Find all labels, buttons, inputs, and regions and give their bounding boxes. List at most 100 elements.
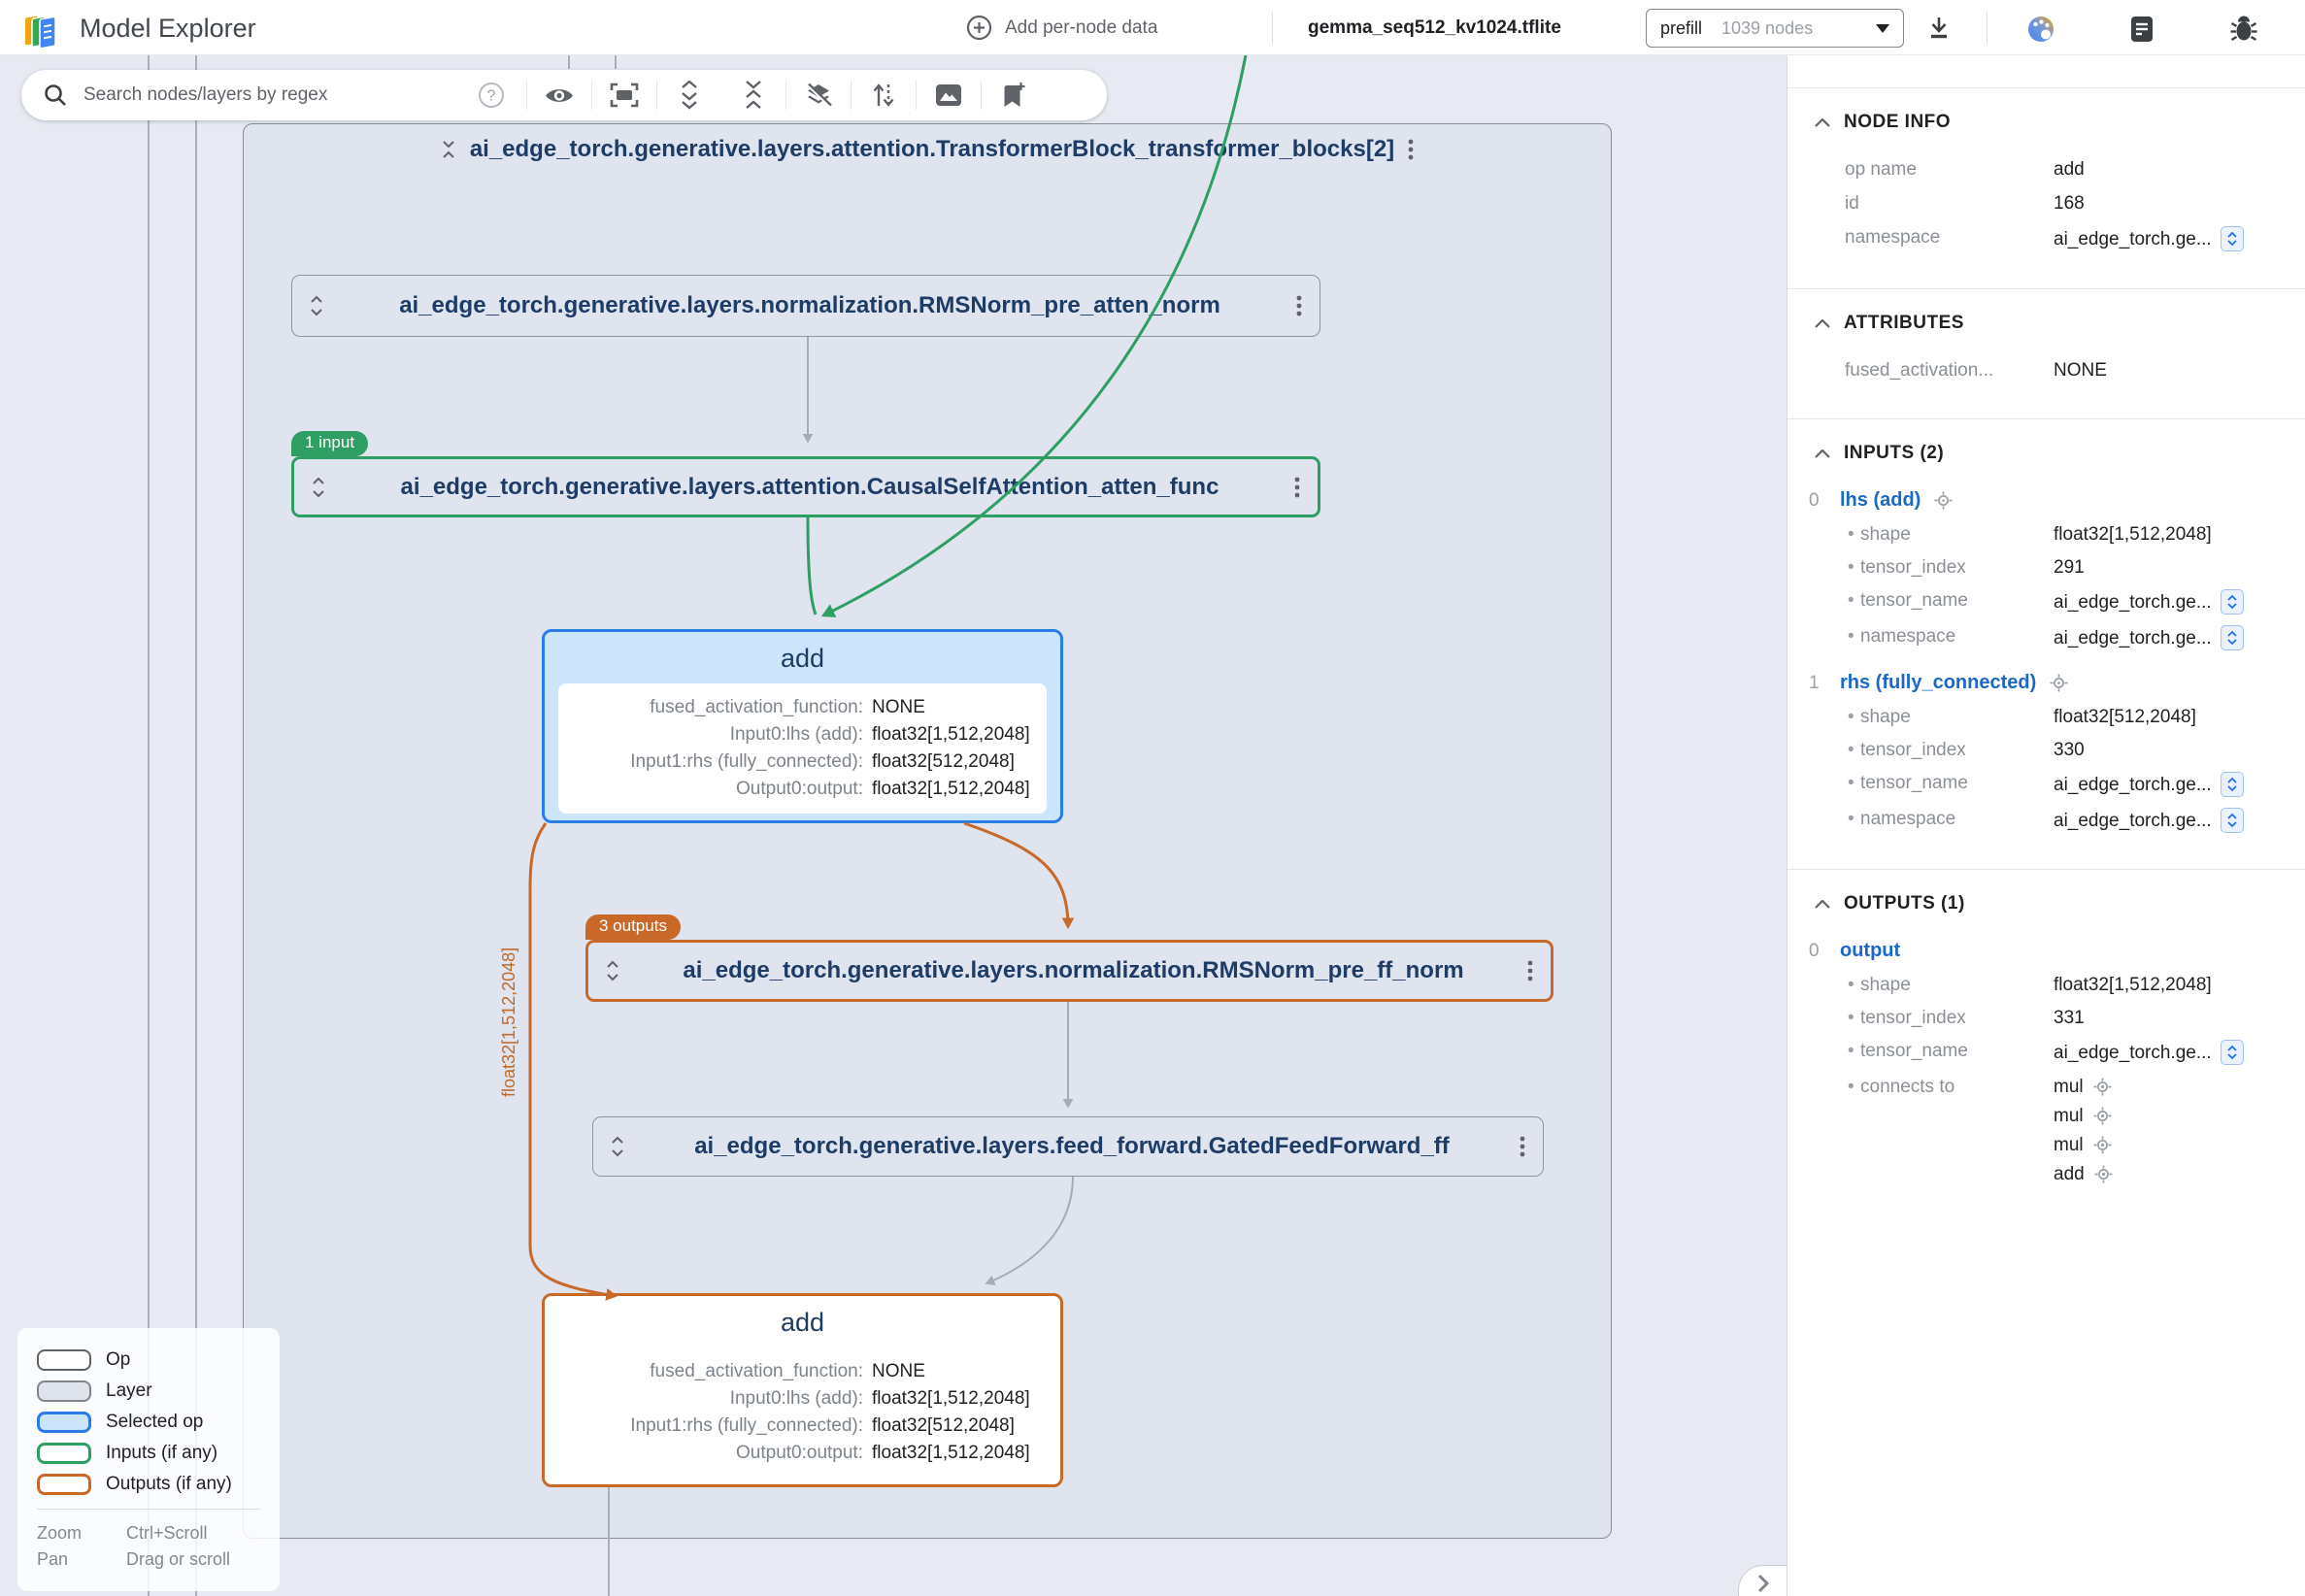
expand-text-button[interactable] [2221,808,2244,833]
pan-hint-value: Drag or scroll [126,1549,230,1570]
section-outputs: OUTPUTS (1) 0 output •shape float32[1,51… [1787,870,2305,1221]
chevron-up-icon [1815,900,1830,909]
export-image-button[interactable] [917,70,981,120]
op-title: add [545,644,1060,674]
prop-row-tensor-name: •tensor_name ai_edge_torch.ge... [1787,589,2289,615]
io-index: 0 [1809,490,1832,512]
top-bar: Model Explorer Add per-node data gemma_s… [0,0,2305,55]
locate-node-icon[interactable] [2093,1078,2112,1096]
layer-node-gated-feed-forward[interactable]: ai_edge_torch.generative.layers.feed_for… [592,1116,1544,1177]
collapse-layer-icon[interactable] [441,140,456,159]
brand: Model Explorer [23,7,256,50]
graph-selector-dropdown[interactable]: prefill 1039 nodes [1646,9,1904,48]
download-graph-button[interactable] [1924,14,1954,48]
prop-row-connects-to: •connects to mul mul mul ad [1787,1076,2289,1185]
node-menu-icon[interactable] [1520,1135,1525,1158]
expand-all-layers-button[interactable] [657,70,721,120]
locate-node-icon[interactable] [2050,674,2068,692]
collapse-all-layers-button[interactable] [721,70,785,120]
search-input[interactable] [84,84,472,106]
row-value: 168 [2054,192,2085,215]
node-menu-icon[interactable] [1408,138,1414,161]
edge-tensor-label: float32[1,512,2048] [499,922,519,1097]
expand-text-button[interactable] [2221,625,2244,650]
graph-canvas[interactable]: ai_edge_torch.generative.layers.attentio… [0,55,1787,1596]
expand-layer-icon[interactable] [611,1136,624,1157]
info-row-id: id 168 [1787,192,2289,215]
info-row-namespace: namespace ai_edge_torch.ge... [1787,226,2289,251]
locate-node-icon[interactable] [2094,1165,2113,1183]
section-header-attributes[interactable]: ATTRIBUTES [1787,313,2289,334]
section-header-inputs[interactable]: INPUTS (2) [1787,443,2289,464]
row-value: NONE [2054,359,2107,382]
model-explorer-logo-icon [23,7,64,50]
node-menu-icon[interactable] [1527,959,1533,982]
toggle-visibility-button[interactable] [527,70,591,120]
output-count-badge: 3 outputs [585,914,681,940]
target-op-name: mul [2054,1076,2084,1098]
row-value: ai_edge_torch.ge... [2054,228,2212,250]
prop-value: 331 [2054,1007,2085,1029]
locate-node-icon[interactable] [2093,1107,2112,1125]
layer-title: ai_edge_torch.generative.layers.normaliz… [633,957,1514,984]
expand-layer-icon[interactable] [310,295,323,316]
prop-label: tensor_name [1860,589,2054,612]
locate-node-icon[interactable] [1934,491,1953,510]
flatten-layers-button[interactable] [786,70,851,120]
attr-key: Input0:lhs (add): [574,722,863,748]
locate-node-icon[interactable] [2093,1136,2112,1154]
layer-node-causal-self-attention[interactable]: 1 input ai_edge_torch.generative.layers.… [291,456,1320,517]
prop-value: ai_edge_torch.ge... [2054,1042,2212,1064]
input-item-lhs: 0 lhs (add) [1787,489,2289,512]
section-header-node-info[interactable]: NODE INFO [1787,112,2289,133]
expand-text-button[interactable] [2221,772,2244,797]
expand-text-button[interactable] [2221,589,2244,615]
io-name[interactable]: lhs (add) [1840,489,1921,512]
expand-text-button[interactable] [2221,1040,2244,1065]
report-bug-button[interactable] [2228,14,2259,50]
section-inputs: INPUTS (2) 0 lhs (add) •shape float32[1,… [1787,419,2305,870]
inputs-swatch [37,1443,91,1464]
plus-circle-icon [966,15,992,41]
legend-item-outputs: Outputs (if any) [37,1474,260,1495]
op-node-add-selected[interactable]: add fused_activation_function:NONE Input… [542,629,1063,823]
layer-node-rmsnorm-pre-ff[interactable]: 3 outputs ai_edge_torch.generative.layer… [585,940,1553,1002]
collapse-all-icon [743,81,764,110]
attr-value: float32[1,512,2048] [872,1386,1031,1412]
layer-title: ai_edge_torch.generative.layers.attentio… [339,474,1281,501]
io-name[interactable]: rhs (fully_connected) [1840,672,2036,694]
op-node-add-output[interactable]: add fused_activation_function:NONE Input… [542,1293,1063,1487]
legend-item-selected-op: Selected op [37,1412,260,1433]
attr-key: fused_activation_function: [574,695,863,720]
legend-item-inputs: Inputs (if any) [37,1443,260,1464]
layer-node-rmsnorm-pre-atten[interactable]: ai_edge_torch.generative.layers.normaliz… [291,275,1320,337]
collapse-panel-button[interactable] [1738,1565,1787,1596]
node-menu-icon[interactable] [1294,476,1300,499]
attr-key: Output0:output: [574,1441,863,1466]
expand-layer-icon[interactable] [606,960,619,981]
trace-inputs-outputs-button[interactable] [852,70,916,120]
prop-value: float32[1,512,2048] [2054,523,2212,546]
zoom-hint-label: Zoom [37,1523,126,1544]
docs-button[interactable] [2128,14,2155,50]
theme-palette-button[interactable] [2025,14,2056,50]
legend-label: Selected op [106,1412,203,1433]
palette-icon [2025,14,2056,45]
prop-label: connects to [1860,1076,2054,1098]
node-details-panel: NODE INFO op name add id 168 namespace a… [1787,55,2305,1596]
io-name[interactable]: output [1840,940,1900,962]
add-per-node-data-button[interactable]: Add per-node data [966,0,1157,55]
layer-title: ai_edge_torch.generative.layers.feed_for… [638,1133,1506,1160]
expand-layer-icon[interactable] [312,477,325,498]
bookmark-button[interactable] [982,70,1046,120]
expand-text-button[interactable] [2221,226,2244,251]
prop-row-tensor-index: •tensor_index 330 [1787,739,2289,761]
section-header-outputs[interactable]: OUTPUTS (1) [1787,893,2289,914]
node-menu-icon[interactable] [1296,294,1302,317]
row-value: add [2054,158,2085,181]
fit-to-screen-button[interactable] [592,70,656,120]
expand-all-icon [679,81,700,110]
outputs-swatch [37,1474,91,1495]
attr-value: float32[512,2048] [872,749,1031,775]
search-help-icon[interactable]: ? [478,82,505,109]
